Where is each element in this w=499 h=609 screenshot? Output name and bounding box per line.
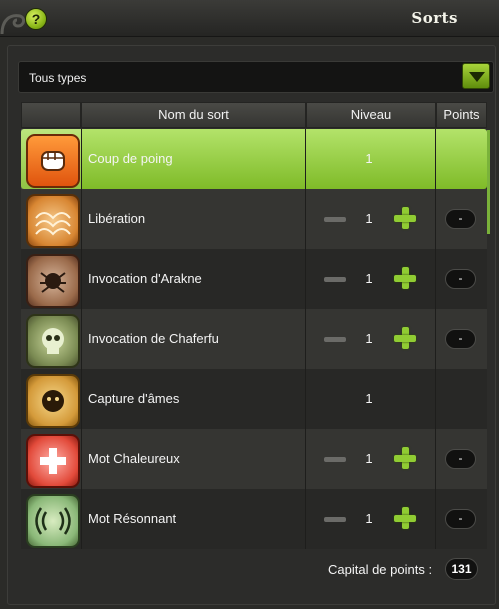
column-divider <box>305 189 306 249</box>
spell-row[interactable]: Mot Résonnant 1 - <box>21 489 487 549</box>
column-divider <box>81 309 82 369</box>
title-bar: ? Sorts <box>0 0 499 37</box>
spell-icon-cell <box>21 429 81 489</box>
liberation-icon <box>26 194 80 248</box>
column-divider <box>81 369 82 429</box>
spell-row[interactable]: Invocation de Chaferfu 1 - <box>21 309 487 369</box>
waves-glyph <box>35 507 71 535</box>
level-decrease-button[interactable] <box>324 277 346 282</box>
spell-type-dropdown[interactable]: Tous types <box>18 61 494 93</box>
window-title: Sorts <box>411 9 458 27</box>
level-increase-button[interactable] <box>394 327 416 349</box>
spell-name: Mot Chaleureux <box>88 451 180 466</box>
column-divider <box>435 189 436 249</box>
spell-type-selected: Tous types <box>29 71 87 85</box>
column-divider <box>305 429 306 489</box>
column-divider <box>435 429 436 489</box>
column-divider <box>435 369 436 429</box>
cross-glyph <box>40 448 66 474</box>
spell-name: Invocation de Chaferfu <box>88 331 219 346</box>
header-points[interactable]: Points <box>436 102 487 128</box>
spell-level: 1 <box>365 451 373 466</box>
soul-glyph <box>42 390 64 412</box>
column-divider <box>81 129 82 189</box>
spell-icon-cell <box>21 189 81 249</box>
header-icon-column <box>21 102 81 128</box>
spell-level: 1 <box>365 151 373 166</box>
spell-name: Capture d'âmes <box>88 391 180 406</box>
spell-name: Invocation d'Arakne <box>88 271 202 286</box>
spell-level: 1 <box>365 271 373 286</box>
column-divider <box>81 429 82 489</box>
spell-points-badge: - <box>445 209 476 229</box>
level-increase-button[interactable] <box>394 267 416 289</box>
spell-icon-cell <box>21 129 81 189</box>
spell-row[interactable]: Invocation d'Arakne 1 - <box>21 249 487 309</box>
fist-glyph <box>41 151 65 171</box>
column-divider <box>305 309 306 369</box>
spell-points-badge: - <box>445 509 476 529</box>
spell-points-badge: - <box>445 269 476 289</box>
spell-level: 1 <box>365 511 373 526</box>
capital-value: 131 <box>445 558 478 580</box>
column-divider <box>305 249 306 309</box>
scrollbar[interactable] <box>487 130 490 234</box>
column-divider <box>435 129 436 189</box>
column-divider <box>81 189 82 249</box>
soul-capture-icon <box>26 374 80 428</box>
chevron-down-icon <box>469 72 485 82</box>
spell-icon-cell <box>21 489 81 549</box>
level-decrease-button[interactable] <box>324 337 346 342</box>
spell-level: 1 <box>365 211 373 226</box>
skull-glyph <box>42 328 64 354</box>
spell-icon-cell <box>21 369 81 429</box>
swirl-ornament-icon <box>0 14 26 35</box>
column-divider <box>435 249 436 309</box>
column-divider <box>305 369 306 429</box>
column-divider <box>81 489 82 549</box>
spell-level: 1 <box>365 331 373 346</box>
column-divider <box>81 249 82 309</box>
fist-icon <box>26 134 80 188</box>
spell-row[interactable]: Mot Chaleureux 1 - <box>21 429 487 489</box>
dropdown-toggle-button[interactable] <box>462 63 490 89</box>
column-divider <box>305 489 306 549</box>
level-increase-button[interactable] <box>394 207 416 229</box>
capital-label: Capital de points : <box>328 562 433 577</box>
spider-glyph <box>40 272 66 293</box>
spell-points-badge: - <box>445 449 476 469</box>
level-increase-button[interactable] <box>394 507 416 529</box>
spell-name: Mot Résonnant <box>88 511 177 526</box>
header-level[interactable]: Niveau <box>306 102 436 128</box>
spell-icon-cell <box>21 309 81 369</box>
level-increase-button[interactable] <box>394 447 416 469</box>
column-divider <box>305 129 306 189</box>
liberation-glyph <box>35 212 71 236</box>
header-name[interactable]: Nom du sort <box>81 102 306 128</box>
chaferfu-skull-icon <box>26 314 80 368</box>
spell-row[interactable]: Coup de poing 1 <box>21 129 487 189</box>
spell-row[interactable]: Capture d'âmes 1 <box>21 369 487 429</box>
heal-cross-icon <box>26 434 80 488</box>
spell-row[interactable]: Libération 1 - <box>21 189 487 249</box>
spell-level: 1 <box>365 391 373 406</box>
column-divider <box>435 309 436 369</box>
resonance-waves-icon <box>26 494 80 548</box>
level-decrease-button[interactable] <box>324 217 346 222</box>
spell-name: Coup de poing <box>88 151 173 166</box>
level-decrease-button[interactable] <box>324 517 346 522</box>
help-icon[interactable]: ? <box>25 8 47 30</box>
spell-icon-cell <box>21 249 81 309</box>
column-divider <box>435 489 436 549</box>
level-decrease-button[interactable] <box>324 457 346 462</box>
spell-points-badge: - <box>445 329 476 349</box>
spell-name: Libération <box>88 211 146 226</box>
arakne-icon <box>26 254 80 308</box>
